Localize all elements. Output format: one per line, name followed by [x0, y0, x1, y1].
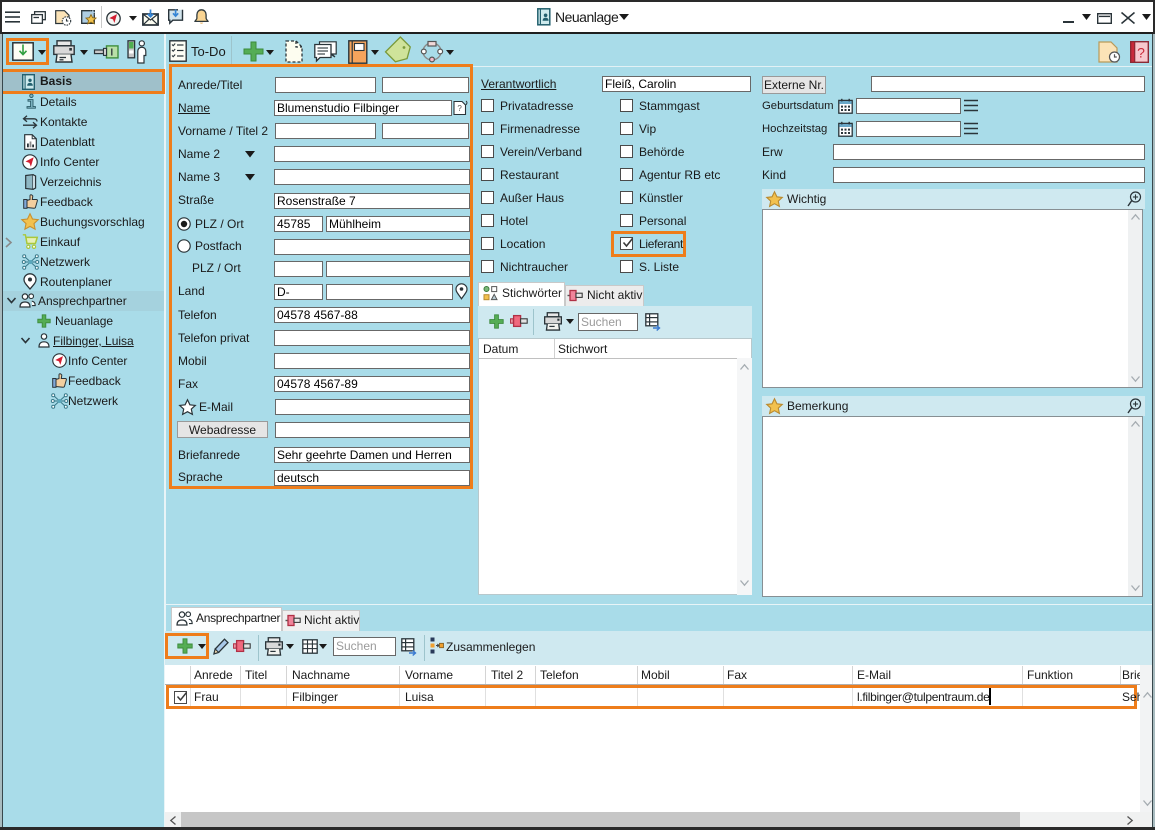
svg-text:?: ? [457, 104, 462, 113]
svg-text:?: ? [1137, 45, 1145, 61]
